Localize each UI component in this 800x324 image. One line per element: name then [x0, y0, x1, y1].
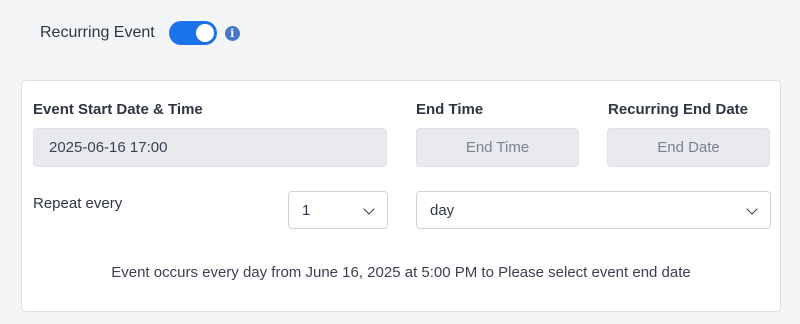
recurrence-summary: Event occurs every day from June 16, 202… — [111, 264, 691, 281]
repeat-every-label: Repeat every — [33, 195, 123, 212]
recurring-event-toggle[interactable] — [168, 21, 217, 45]
chevron-down-icon — [746, 203, 758, 215]
recurring-event-row: Recurring Event i — [40, 20, 240, 46]
end-time-field[interactable]: End Time — [416, 128, 579, 167]
recurring-settings-panel: Event Start Date & Time 2025-06-16 17:00… — [21, 80, 781, 312]
repeat-count-value: 1 — [302, 201, 311, 219]
start-date-label: Event Start Date & Time — [33, 101, 203, 118]
repeat-count-select[interactable]: 1 — [288, 191, 388, 229]
recurring-event-label: Recurring Event — [40, 24, 155, 41]
recurring-end-date-label: Recurring End Date — [608, 101, 749, 118]
repeat-unit-value: day — [430, 201, 455, 219]
start-date-field[interactable]: 2025-06-16 17:00 — [33, 128, 387, 167]
info-icon[interactable]: i — [224, 25, 240, 41]
end-time-label: End Time — [416, 101, 484, 118]
chevron-down-icon — [363, 203, 375, 215]
toggle-knob — [195, 24, 214, 42]
recurring-end-date-field[interactable]: End Date — [607, 128, 770, 167]
repeat-unit-select[interactable]: day — [416, 191, 771, 229]
